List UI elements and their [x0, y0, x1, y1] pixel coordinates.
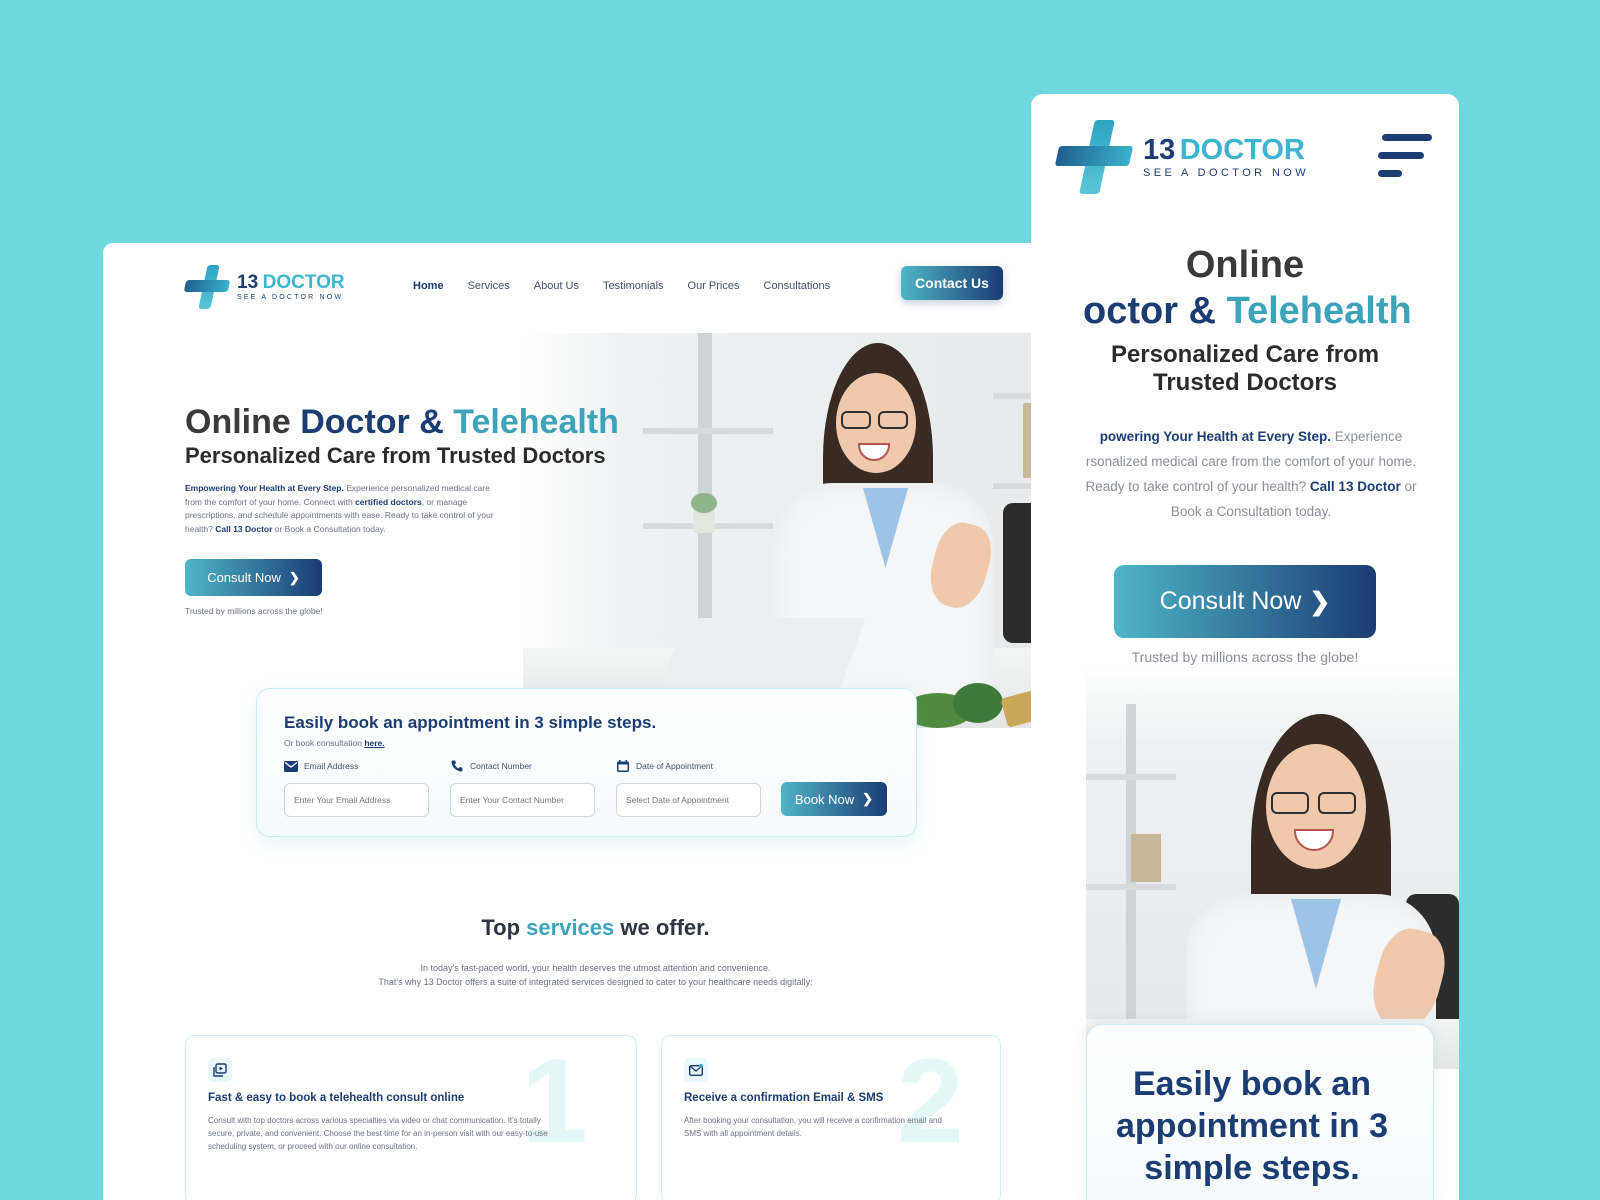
- email-label: Email Address: [304, 761, 359, 771]
- mobile-booking-title: Easily book an appointment in 3 simple s…: [1116, 1065, 1388, 1187]
- mobile-consult-now-button[interactable]: Consult Now ❯: [1114, 565, 1376, 638]
- consult-now-button[interactable]: Consult Now ❯: [185, 559, 322, 596]
- mobile-hero-title-line2: octor & Telehealth: [1083, 290, 1412, 332]
- mobile-hero-subtitle: Personalized Care from Trusted Doctors: [1110, 341, 1380, 396]
- nav-item-consultations[interactable]: Consultations: [764, 280, 831, 292]
- nav-item-home[interactable]: Home: [413, 280, 444, 292]
- nav-item-our-prices[interactable]: Our Prices: [688, 280, 740, 292]
- brand-number: 13: [1143, 133, 1176, 166]
- email-input[interactable]: [284, 783, 429, 817]
- medical-cross-icon: [1054, 120, 1134, 194]
- mobile-hero-intro: powering Your Health at Every Step. Expe…: [1085, 429, 1417, 519]
- brand-word: DOCTOR: [1179, 133, 1305, 166]
- nav-item-testimonials[interactable]: Testimonials: [603, 280, 664, 292]
- mobile-hero-title-line1: Online: [1185, 244, 1305, 286]
- book-consultation-link[interactable]: here.: [364, 738, 384, 748]
- chevron-right-icon: ❯: [1309, 587, 1331, 616]
- hero-subtitle: Personalized Care from Trusted Doctors: [185, 443, 606, 468]
- hamburger-menu-icon[interactable]: [1378, 134, 1432, 178]
- service-card[interactable]: 1 Fast & easy to book a telehealth consu…: [185, 1035, 637, 1200]
- brand-logo[interactable]: 13 DOCTOR SEE A DOCTOR NOW: [183, 265, 345, 309]
- call-13-doctor-link[interactable]: Call 13 Doctor: [215, 524, 272, 534]
- mobile-doctor-hero-image: [1086, 664, 1459, 1069]
- service-number: 2: [897, 1035, 964, 1168]
- mobile-mockup: 13 DOCTOR SEE A DOCTOR NOW Online octor …: [1031, 94, 1459, 1200]
- service-description: After booking your consultation, you wil…: [684, 1116, 942, 1138]
- call-13-doctor-link[interactable]: Call 13 Doctor: [1310, 479, 1401, 494]
- email-field-group: Email Address: [284, 759, 429, 817]
- brand-word: DOCTOR: [262, 272, 345, 293]
- services-title: Top services we offer.: [481, 915, 710, 940]
- nav-item-services[interactable]: Services: [468, 280, 510, 292]
- date-label: Date of Appointment: [636, 761, 714, 771]
- date-input[interactable]: [616, 783, 761, 817]
- service-card[interactable]: 2 Receive a confirmation Email & SMS Aft…: [661, 1035, 1001, 1200]
- contact-us-button[interactable]: Contact Us: [901, 266, 1003, 300]
- brand-tagline: SEE A DOCTOR NOW: [237, 294, 344, 301]
- chevron-right-icon: ❯: [862, 791, 874, 806]
- mail-icon: [284, 760, 298, 772]
- medical-cross-icon: [183, 265, 231, 309]
- contact-number-input[interactable]: [450, 783, 595, 817]
- doctor-hero-image: [523, 333, 1088, 728]
- brand-logo[interactable]: 13 DOCTOR SEE A DOCTOR NOW: [1054, 120, 1310, 194]
- service-title: Receive a confirmation Email & SMS: [684, 1092, 884, 1104]
- booking-subtext: Or book consultation here.: [284, 738, 385, 748]
- brand-tagline: SEE A DOCTOR NOW: [1143, 166, 1310, 179]
- mobile-booking-card: Easily book an appointment in 3 simple s…: [1086, 1024, 1434, 1200]
- hero-intro: Empowering Your Health at Every Step. Ex…: [185, 483, 494, 534]
- trusted-text: Trusted by millions across the globe!: [185, 606, 323, 616]
- date-field-group: Date of Appointment: [616, 759, 761, 817]
- booking-card: Easily book an appointment in 3 simple s…: [256, 688, 917, 837]
- video-consult-icon: [208, 1058, 232, 1082]
- nav-item-about-us[interactable]: About Us: [534, 280, 579, 292]
- brand-number: 13: [237, 272, 259, 293]
- service-description: Consult with top doctors across various …: [208, 1116, 548, 1151]
- certified-doctors-link[interactable]: certified doctors: [355, 497, 422, 507]
- contact-field-group: Contact Number: [450, 759, 595, 817]
- mobile-trusted-text: Trusted by millions across the globe!: [1131, 649, 1359, 665]
- main-nav: Home Services About Us Testimonials Our …: [413, 280, 830, 292]
- contact-label: Contact Number: [470, 761, 532, 771]
- chevron-right-icon: ❯: [288, 569, 300, 585]
- book-now-button[interactable]: Book Now ❯: [781, 782, 887, 816]
- email-confirm-icon: [684, 1058, 708, 1082]
- hero-title: Online Doctor & Telehealth: [185, 403, 619, 441]
- desktop-mockup: 13 DOCTOR SEE A DOCTOR NOW Home Services…: [103, 243, 1088, 1200]
- phone-icon: [450, 760, 464, 772]
- services-intro: In today's fast-paced world, your health…: [378, 963, 813, 987]
- calendar-icon: [616, 760, 630, 772]
- service-title: Fast & easy to book a telehealth consult…: [208, 1092, 465, 1104]
- booking-title: Easily book an appointment in 3 simple s…: [284, 713, 657, 732]
